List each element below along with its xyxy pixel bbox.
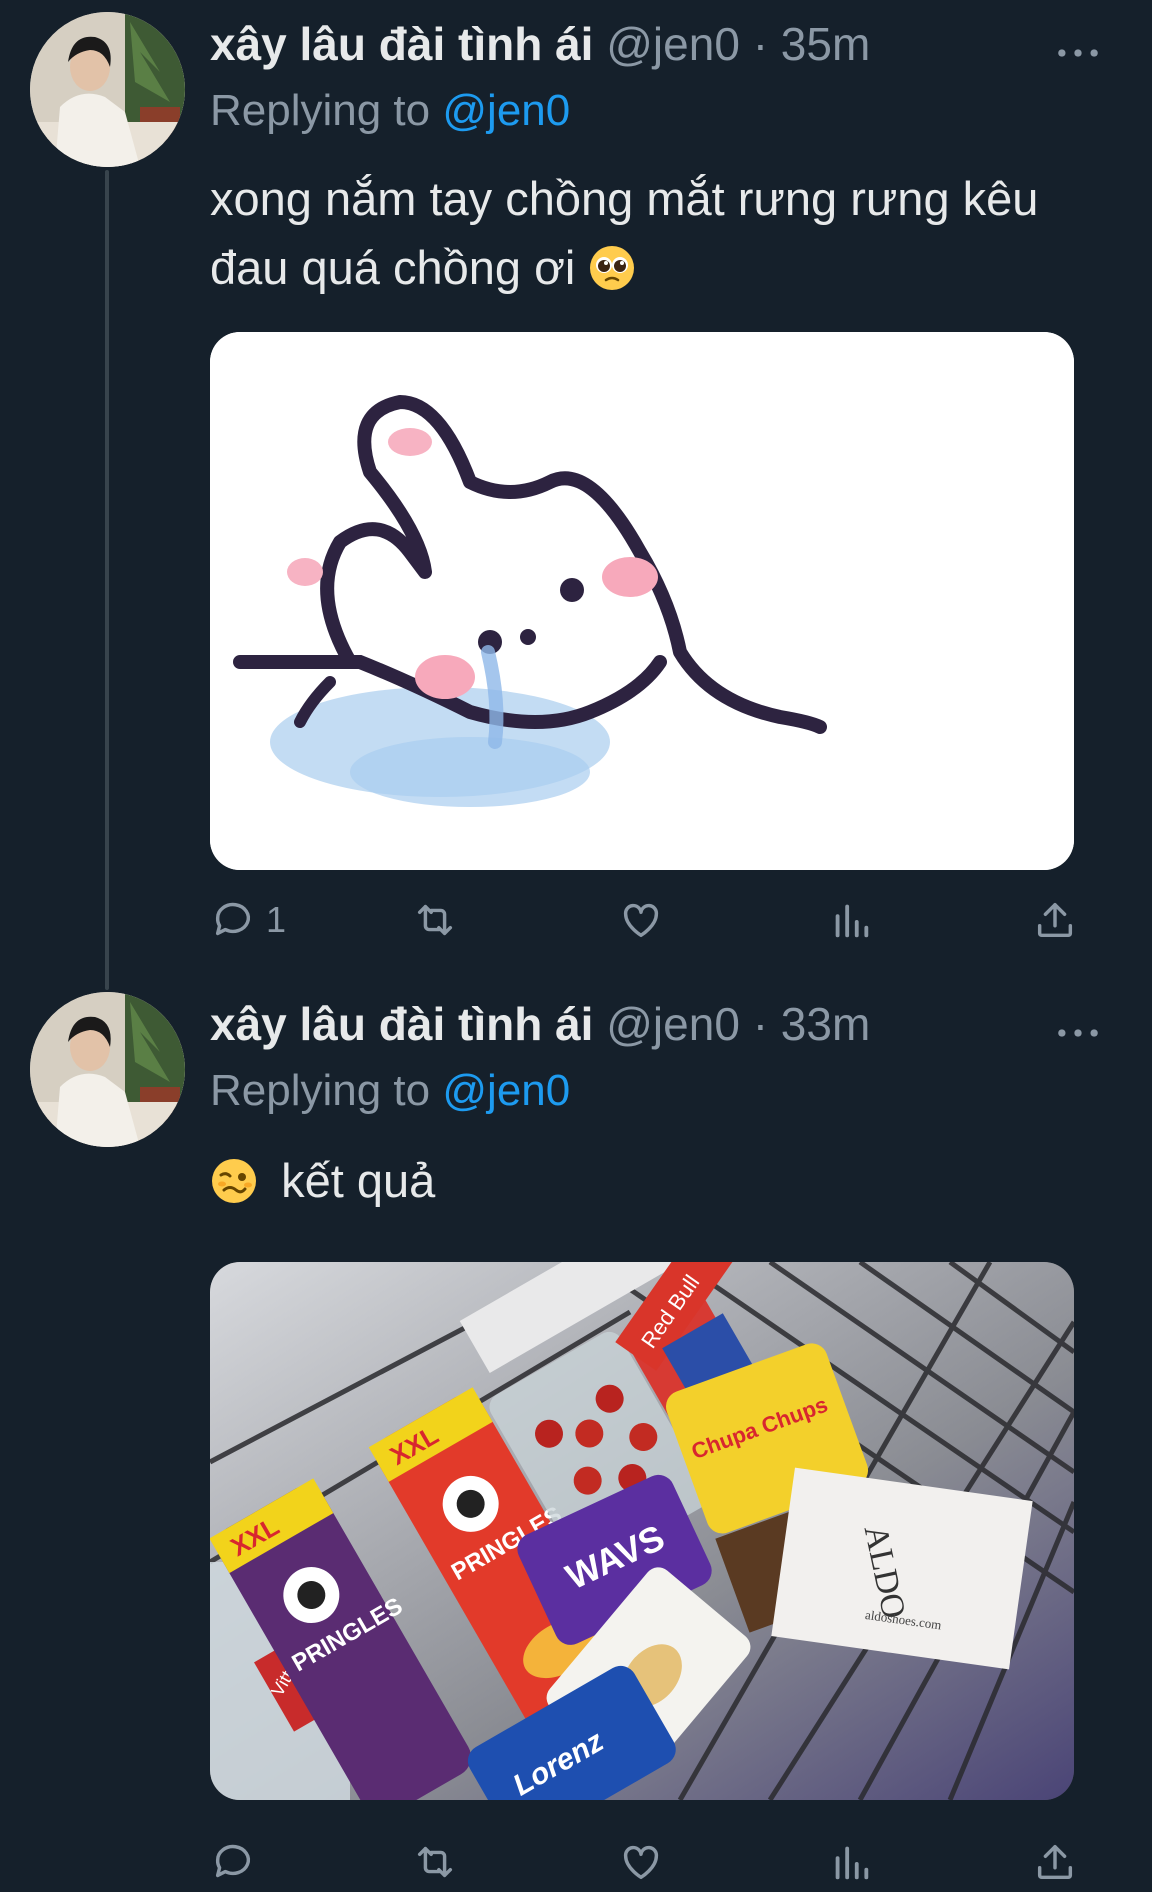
reply-icon: [215, 1844, 251, 1878]
reply-button[interactable]: [210, 1832, 266, 1892]
display-name[interactable]: xây lâu đài tình ái: [210, 18, 593, 70]
tweet-text-line-2: đau quá chồng ơi: [210, 233, 1090, 302]
replying-prefix: Replying to: [210, 86, 431, 135]
avatar[interactable]: [30, 992, 185, 1147]
share-icon: [1037, 902, 1073, 938]
tweet-2[interactable]: xây lâu đài tình ái @jen0 · 33m Replying…: [0, 980, 1152, 1880]
replying-to: Replying to @jen0: [210, 86, 570, 136]
tweet-actions: [210, 1832, 1090, 1892]
timestamp[interactable]: 33m: [781, 998, 870, 1050]
timestamp[interactable]: 35m: [781, 18, 870, 70]
tweet-header: xây lâu đài tình ái @jen0 · 35m: [210, 14, 870, 74]
retweet-icon: [417, 904, 453, 936]
separator: ·: [752, 18, 769, 70]
replying-prefix: Replying to: [210, 1066, 431, 1115]
like-button[interactable]: [618, 890, 664, 950]
tweet-text: kết quả: [210, 1146, 1090, 1215]
retweet-button[interactable]: [412, 1832, 458, 1892]
reply-count: 1: [266, 899, 287, 940]
tweet-text-line: đau quá chồng ơi: [210, 241, 576, 294]
separator: ·: [752, 998, 769, 1050]
woozy-face-emoji: [210, 1154, 258, 1203]
reply-icon: [215, 902, 251, 936]
replying-to: Replying to @jen0: [210, 1066, 570, 1116]
share-button[interactable]: [1032, 1832, 1078, 1892]
views-button[interactable]: [828, 1832, 874, 1892]
thread-connector-line: [105, 170, 109, 990]
views-button[interactable]: [828, 890, 874, 950]
retweet-button[interactable]: [412, 890, 458, 950]
reply-button[interactable]: 1: [210, 890, 286, 950]
views-icon: [835, 1846, 869, 1880]
share-icon: [1037, 1844, 1073, 1880]
avatar[interactable]: [30, 12, 185, 167]
tweet-actions: 1: [210, 890, 1090, 950]
like-button[interactable]: [618, 1832, 664, 1892]
pleading-face-emoji: [588, 241, 636, 290]
retweet-icon: [417, 1846, 453, 1878]
tweet-text-line: kết quả: [281, 1154, 436, 1207]
tweet-media-image[interactable]: Vittel PRINGLES XXL PRINGLES XXL Red Bul…: [210, 1262, 1074, 1800]
like-icon: [623, 903, 659, 938]
mention-link[interactable]: @jen0: [442, 1066, 570, 1115]
tweet-text: xong nắm tay chồng mắt rưng rưng kêu đau…: [210, 164, 1090, 302]
views-icon: [835, 904, 869, 938]
more-icon[interactable]: [1048, 28, 1108, 68]
handle[interactable]: @jen0: [606, 998, 740, 1050]
like-icon: [623, 1845, 659, 1880]
crying-bunny-sticker: [210, 332, 1074, 870]
shopping-cart-photo: Vittel PRINGLES XXL PRINGLES XXL Red Bul…: [210, 1262, 1074, 1800]
tweet-text-line: xong nắm tay chồng mắt rưng rưng kêu: [210, 172, 1039, 225]
share-button[interactable]: [1032, 890, 1078, 950]
more-icon[interactable]: [1048, 1008, 1108, 1048]
mention-link[interactable]: @jen0: [442, 86, 570, 135]
tweet-media-image[interactable]: [210, 332, 1074, 870]
handle[interactable]: @jen0: [606, 18, 740, 70]
tweet-1[interactable]: xây lâu đài tình ái @jen0 · 35m Replying…: [0, 0, 1152, 990]
display-name[interactable]: xây lâu đài tình ái: [210, 998, 593, 1050]
tweet-header: xây lâu đài tình ái @jen0 · 33m: [210, 994, 870, 1054]
